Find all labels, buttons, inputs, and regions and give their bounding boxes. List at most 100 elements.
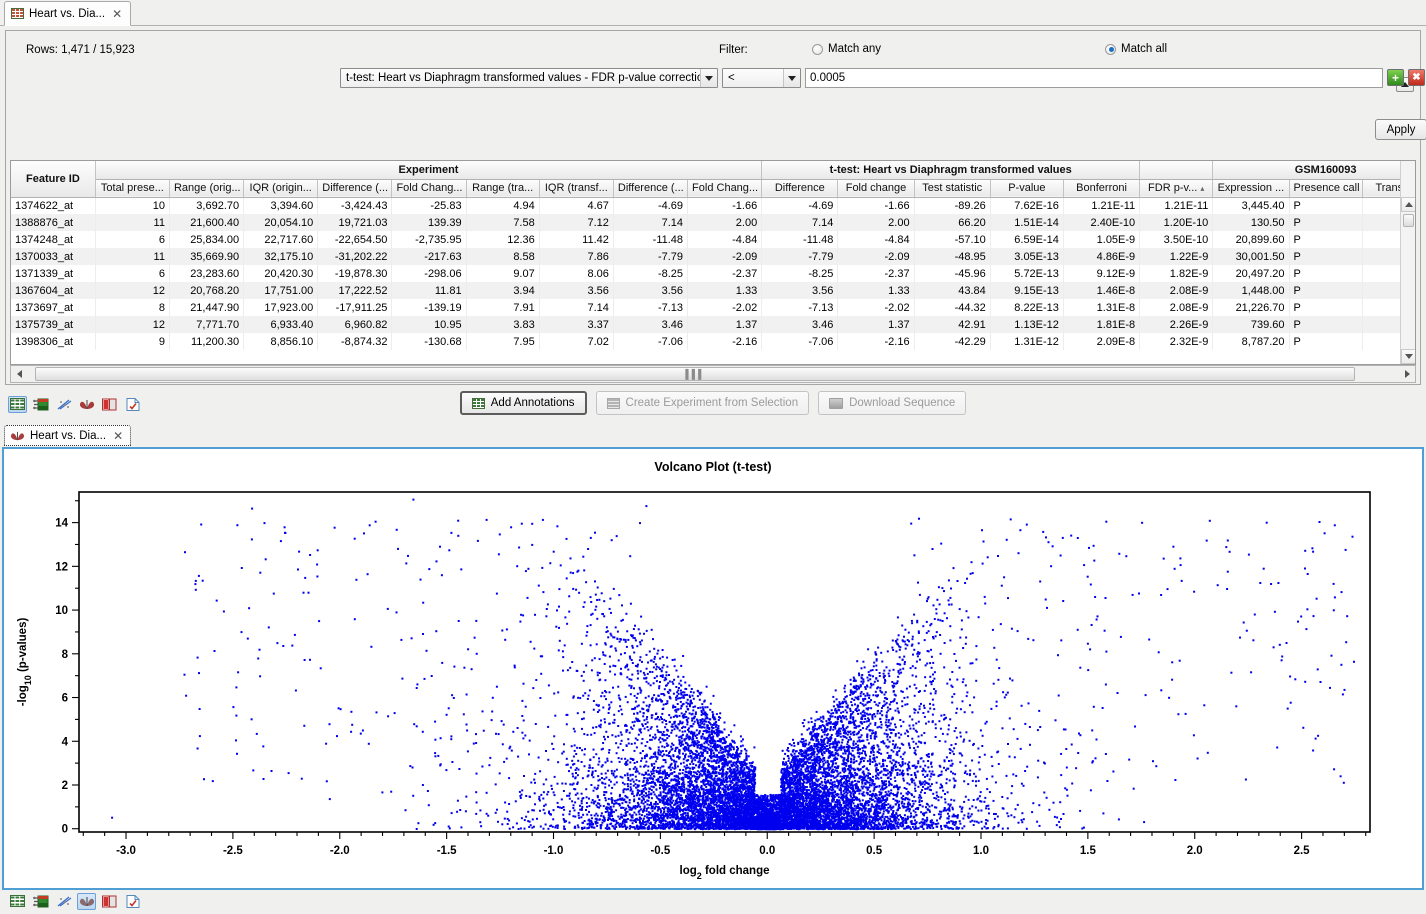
table-view-icon[interactable] [8, 893, 27, 910]
table-cell: 3.05E-13 [990, 248, 1063, 265]
report-view-icon[interactable] [123, 396, 142, 413]
table-row[interactable]: 1375739_at127,771.706,933.406,960.8210.9… [11, 316, 1416, 333]
close-icon[interactable]: ✕ [110, 8, 122, 20]
table-cell: 32,175.10 [244, 248, 318, 265]
heatmap-view-icon[interactable] [31, 893, 50, 910]
cell-presence-call: P [1289, 231, 1362, 248]
results-table[interactable]: Feature ID Experiment t-test: Heart vs D… [10, 160, 1416, 365]
chevron-down-icon[interactable] [700, 69, 717, 87]
match-all-radio[interactable]: Match all [1105, 43, 1167, 55]
cell-feature-id: 1374622_at [11, 197, 95, 214]
book-view-icon[interactable] [100, 893, 119, 910]
table-cell: -4.84 [688, 231, 762, 248]
tab-label: Heart vs. Dia... [29, 8, 105, 20]
table-row[interactable]: 1388876_at1121,600.4020,054.1019,721.031… [11, 214, 1416, 231]
col-header-iqr-original[interactable]: IQR (origin... [244, 179, 318, 197]
filter-value-input[interactable]: 0.0005 [805, 68, 1383, 88]
table-cell: -2.02 [838, 299, 914, 316]
create-experiment-from-selection-button[interactable]: Create Experiment from Selection [596, 391, 810, 415]
table-view-icon[interactable] [8, 396, 27, 413]
tab-label: Heart vs. Dia... [30, 430, 106, 442]
table-cell: 9.12E-9 [1063, 265, 1139, 282]
table-group-header-row: Feature ID Experiment t-test: Heart vs D… [11, 161, 1416, 179]
table-cell: 3.56 [613, 282, 687, 299]
col-header-feature-id[interactable]: Feature ID [11, 161, 95, 197]
col-header-difference-original[interactable]: Difference (... [318, 179, 392, 197]
col-header-expression[interactable]: Expression ... [1213, 179, 1289, 197]
volcano-view-icon[interactable] [77, 893, 96, 910]
match-any-radio[interactable]: Match any [812, 43, 881, 55]
tab-heart-vs-diaphragm-plot[interactable]: Heart vs. Dia... ✕ [4, 425, 131, 446]
table-cell: -1.66 [838, 197, 914, 214]
table-row[interactable]: 1373697_at821,447.9017,923.00-17,911.25-… [11, 299, 1416, 316]
filter-column-select[interactable]: t-test: Heart vs Diaphragm transformed v… [340, 68, 718, 88]
table-row[interactable]: 1370033_at1135,669.9032,175.10-31,202.22… [11, 248, 1416, 265]
table-cell: 3,394.60 [244, 197, 318, 214]
group-header-ttest: t-test: Heart vs Diaphragm transformed v… [762, 161, 1140, 179]
close-icon[interactable]: ✕ [111, 430, 123, 442]
scroll-left-arrow-icon[interactable] [11, 366, 27, 382]
table-row[interactable]: 1374622_at103,692.703,394.60-3,424.43-25… [11, 197, 1416, 214]
table-cell: 8.06 [539, 265, 613, 282]
add-annotations-button[interactable]: Add Annotations [460, 391, 587, 415]
table-row[interactable]: 1371339_at623,283.6020,420.30-19,878.30-… [11, 265, 1416, 282]
table-cell: 42.91 [914, 316, 990, 333]
col-header-presence-call[interactable]: Presence call [1289, 179, 1362, 197]
col-header-fold-change-transformed[interactable]: Fold Chang... [688, 179, 762, 197]
volcano-view-icon[interactable] [77, 396, 96, 413]
table-cell: 139.39 [392, 214, 466, 231]
col-header-p-value[interactable]: P-value [990, 179, 1063, 197]
col-header-difference[interactable]: Difference [762, 179, 838, 197]
table-cell: -2,735.95 [392, 231, 466, 248]
heatmap-view-icon[interactable] [31, 396, 50, 413]
table-cell: 8,787.20 [1213, 333, 1289, 350]
volcano-plot-container[interactable]: Volcano Plot (t-test) -3.0-2.5-2.0-1.5-1… [2, 447, 1424, 890]
download-sequence-button[interactable]: Download Sequence [818, 391, 966, 415]
scatter-view-icon[interactable] [54, 893, 73, 910]
col-header-fdr-p-value[interactable]: FDR p-v... ▴ [1140, 179, 1213, 197]
scroll-up-arrow-icon[interactable] [1401, 197, 1416, 212]
table-cell: 7.62E-16 [990, 197, 1063, 214]
col-header-fold-change[interactable]: Fold change [838, 179, 914, 197]
scroll-right-arrow-icon[interactable] [1399, 366, 1415, 382]
col-header-fold-change-original[interactable]: Fold Chang... [392, 179, 466, 197]
scatter-view-icon[interactable] [54, 396, 73, 413]
book-view-icon[interactable] [100, 396, 119, 413]
table-cell: -8,874.32 [318, 333, 392, 350]
add-filter-button[interactable]: + [1387, 69, 1404, 86]
table-row[interactable]: 1367604_at1220,768.2017,751.0017,222.521… [11, 282, 1416, 299]
remove-filter-button[interactable]: ✖ [1408, 69, 1425, 86]
top-tab-strip: Heart vs. Dia... ✕ [0, 0, 1426, 26]
table-cell: 8.58 [466, 248, 539, 265]
col-header-test-statistic[interactable]: Test statistic [914, 179, 990, 197]
horizontal-scroll-thumb[interactable]: ▌▌▌ [35, 367, 1355, 381]
table-cell: 21,226.70 [1213, 299, 1289, 316]
volcano-plot-svg[interactable]: -3.0-2.5-2.0-1.5-1.0-0.50.00.51.01.52.02… [4, 449, 1422, 889]
col-header-difference-transformed[interactable]: Difference (... [613, 179, 687, 197]
filter-operator-select[interactable]: < [722, 68, 801, 88]
horizontal-scroll-track[interactable]: ▌▌▌ [27, 366, 1399, 382]
col-header-range-transformed[interactable]: Range (tra... [466, 179, 539, 197]
table-row[interactable]: 1374248_at625,834.0022,717.60-22,654.50-… [11, 231, 1416, 248]
table-horizontal-scrollbar[interactable]: ▌▌▌ [10, 365, 1416, 383]
scroll-down-arrow-icon[interactable] [1401, 349, 1416, 364]
cell-feature-id: 1374248_at [11, 231, 95, 248]
table-cell: 1.37 [688, 316, 762, 333]
tab-heart-vs-diaphragm-table[interactable]: Heart vs. Dia... ✕ [4, 1, 131, 26]
col-header-total-present[interactable]: Total prese... [95, 179, 169, 197]
chevron-down-icon[interactable] [783, 69, 800, 87]
col-header-iqr-transformed[interactable]: IQR (transf... [539, 179, 613, 197]
report-view-icon[interactable] [123, 893, 142, 910]
filter-label: Filter: [719, 44, 748, 56]
vertical-scroll-thumb[interactable] [1403, 214, 1414, 227]
table-cell: 4.86E-9 [1063, 248, 1139, 265]
table-vertical-scrollbar[interactable] [1400, 161, 1415, 364]
radio-circle-icon [812, 44, 823, 55]
table-cell: 8 [95, 299, 169, 316]
table-row[interactable]: 1398306_at911,200.308,856.10-8,874.32-13… [11, 333, 1416, 350]
apply-button[interactable]: Apply [1375, 119, 1426, 140]
table-cell: 1.33 [838, 282, 914, 299]
col-header-range-original[interactable]: Range (orig... [169, 179, 243, 197]
table-cell: -44.32 [914, 299, 990, 316]
col-header-bonferroni[interactable]: Bonferroni [1063, 179, 1139, 197]
